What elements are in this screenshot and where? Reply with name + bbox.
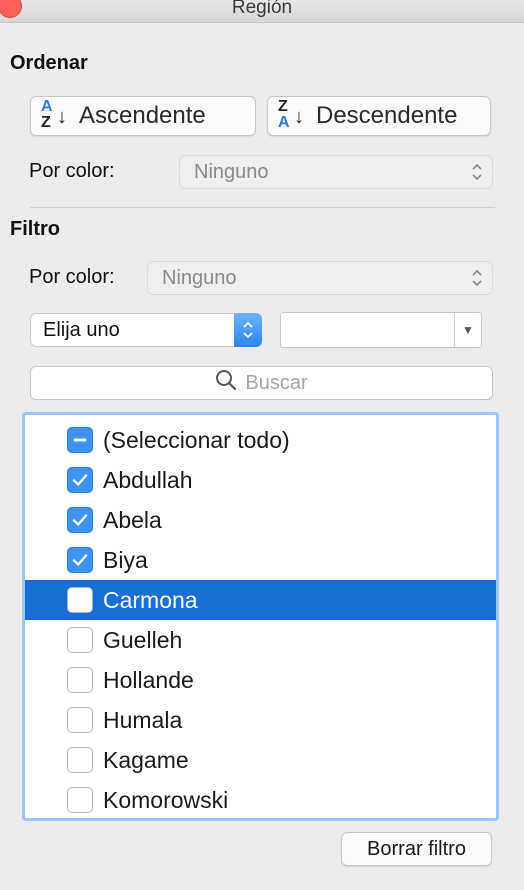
updown-chevron-icon <box>470 267 484 289</box>
sort-by-color-value: Ninguno <box>194 160 269 183</box>
sort-heading: Ordenar <box>10 52 88 74</box>
checkbox[interactable] <box>67 467 93 493</box>
list-item-label: Carmona <box>103 586 198 613</box>
clear-filter-button[interactable]: Borrar filtro <box>341 832 492 866</box>
filter-value-combo[interactable]: ▼ <box>280 312 482 348</box>
checkbox[interactable] <box>67 747 93 773</box>
list-item[interactable]: Abdullah <box>25 460 496 500</box>
list-item[interactable]: Hollande <box>25 660 496 700</box>
checkmark-icon <box>72 514 88 526</box>
list-item-label: Abela <box>103 506 162 533</box>
checkbox[interactable] <box>67 627 93 653</box>
list-item[interactable]: Kagame <box>25 740 496 780</box>
sort-ascending-button[interactable]: A Z ↓ Ascendente <box>30 96 256 136</box>
list-item-label: Humala <box>103 706 183 733</box>
filter-condition-select[interactable]: Elija uno <box>30 313 262 347</box>
checkbox[interactable] <box>67 507 93 533</box>
minus-icon <box>73 438 87 442</box>
updown-chevron-icon <box>234 313 262 347</box>
checkbox[interactable] <box>67 707 93 733</box>
list-item-label: Guelleh <box>103 626 183 653</box>
list-item-label: Abdullah <box>103 466 193 493</box>
filter-by-color-select[interactable]: Ninguno <box>147 261 493 295</box>
list-item[interactable]: (Seleccionar todo) <box>25 420 496 460</box>
list-item[interactable]: Biya <box>25 540 496 580</box>
sort-az-icon: A Z ↓ <box>41 98 67 131</box>
list-item[interactable]: Carmona <box>25 580 496 620</box>
list-item-label: Komorowski <box>103 786 229 813</box>
window-title: Región <box>231 0 293 18</box>
filter-condition-value: Elija uno <box>43 318 120 341</box>
list-item-label: Biya <box>103 546 148 573</box>
sort-ascending-label: Ascendente <box>79 102 206 129</box>
checkbox[interactable] <box>67 667 93 693</box>
checkbox[interactable] <box>67 787 93 813</box>
list-item-label: Kagame <box>103 746 189 773</box>
filter-heading: Filtro <box>10 218 60 240</box>
list-item[interactable]: Komorowski <box>25 780 496 818</box>
section-divider <box>30 207 495 208</box>
list-item[interactable]: Guelleh <box>25 620 496 660</box>
sort-za-icon: Z A ↓ <box>278 98 304 131</box>
checkmark-icon <box>72 474 88 486</box>
sort-descending-button[interactable]: Z A ↓ Descendente <box>267 96 491 136</box>
list-item[interactable]: Abela <box>25 500 496 540</box>
checkbox[interactable] <box>67 587 93 613</box>
search-placeholder: Buscar <box>245 371 308 394</box>
checkbox[interactable] <box>67 547 93 573</box>
dropdown-arrow-icon[interactable]: ▼ <box>454 313 481 347</box>
filter-by-color-value: Ninguno <box>162 266 237 289</box>
updown-chevron-icon <box>470 161 484 183</box>
search-input[interactable]: Buscar <box>30 366 493 400</box>
filter-by-color-label: Por color: <box>29 266 115 288</box>
list-item-label: (Seleccionar todo) <box>103 426 290 453</box>
list-item-label: Hollande <box>103 666 194 693</box>
sort-by-color-select[interactable]: Ninguno <box>179 155 493 189</box>
sort-by-color-label: Por color: <box>29 160 115 182</box>
list-item[interactable]: Humala <box>25 700 496 740</box>
checkbox[interactable] <box>67 427 93 453</box>
filter-values-list[interactable]: (Seleccionar todo) Abdullah Abela Biya Carmo… <box>22 412 499 821</box>
search-icon <box>215 369 237 397</box>
sort-descending-label: Descendente <box>316 102 458 129</box>
checkmark-icon <box>72 554 88 566</box>
title-bar: Región <box>0 0 524 23</box>
